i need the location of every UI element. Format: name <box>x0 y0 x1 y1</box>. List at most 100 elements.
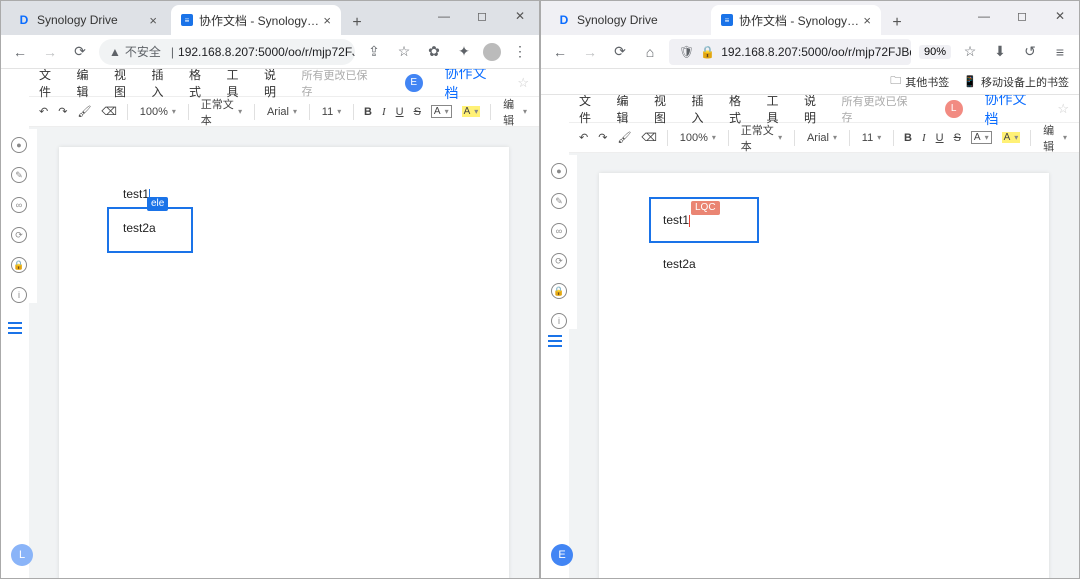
menu-edit[interactable]: 编辑 <box>77 69 101 100</box>
info-icon[interactable]: i <box>11 287 27 303</box>
new-tab-button[interactable]: + <box>345 11 369 35</box>
history-icon[interactable]: ⟳ <box>11 227 27 243</box>
reload-icon[interactable]: ⟳ <box>609 41 631 63</box>
mode-dropdown[interactable]: 编辑 <box>1041 122 1069 154</box>
lock-icon[interactable]: 🔒 <box>551 283 567 299</box>
new-tab-button[interactable]: + <box>885 11 909 35</box>
redo-icon[interactable]: ↷ <box>598 131 607 144</box>
maximize-icon[interactable]: ◻ <box>463 1 501 31</box>
text-line-1[interactable]: test1 <box>123 187 150 201</box>
extension-icon[interactable]: ✿ <box>423 41 445 63</box>
close-window-icon[interactable]: ✕ <box>1041 1 1079 31</box>
clear-format-icon[interactable]: ⌫ <box>641 131 657 144</box>
clear-format-icon[interactable]: ⌫ <box>101 105 117 118</box>
comment-icon[interactable]: ✎ <box>11 167 27 183</box>
menu-insert[interactable]: 插入 <box>152 69 176 100</box>
close-icon[interactable]: × <box>323 13 331 28</box>
shield-icon[interactable]: 🛡 <box>679 45 694 59</box>
menu-insert[interactable]: 插入 <box>692 95 716 126</box>
bookmark-icon[interactable]: ☆ <box>393 41 415 63</box>
italic-icon[interactable]: I <box>382 106 386 118</box>
strike-icon[interactable]: S <box>414 106 421 118</box>
close-icon[interactable]: × <box>149 13 157 28</box>
redo-icon[interactable]: ↷ <box>58 105 67 118</box>
lock-icon[interactable]: 🔒 <box>700 45 715 59</box>
zoom-indicator[interactable]: 90% <box>919 45 951 59</box>
account-icon[interactable]: ↺ <box>1019 41 1041 63</box>
page[interactable]: test1 ele test2a <box>59 147 509 578</box>
menu-icon[interactable]: ⋮ <box>509 41 531 63</box>
textcolor-icon[interactable]: A <box>431 105 452 118</box>
maximize-icon[interactable]: ◻ <box>1003 1 1041 31</box>
tab-synology-drive[interactable]: D Synology Drive × <box>7 5 167 35</box>
document-canvas[interactable]: LQC test1 test2a <box>569 153 1079 578</box>
underline-icon[interactable]: U <box>936 132 944 144</box>
bookmark-folder[interactable]: 📱移动设备上的书签 <box>963 74 1069 90</box>
close-icon[interactable]: × <box>863 13 871 28</box>
minimize-icon[interactable]: — <box>965 1 1003 31</box>
info-icon[interactable]: i <box>551 313 567 329</box>
menu-icon[interactable]: ≡ <box>1049 41 1071 63</box>
size-dropdown[interactable]: 11 <box>860 132 883 144</box>
text-line-1[interactable]: test1 <box>663 213 690 227</box>
text-line-2[interactable]: test2a <box>123 221 156 235</box>
tab-synology-drive[interactable]: D Synology Drive <box>547 5 707 35</box>
link-icon[interactable]: ∞ <box>11 197 27 213</box>
star-icon[interactable]: ☆ <box>517 75 529 91</box>
mode-dropdown[interactable]: 编辑 <box>501 96 529 128</box>
history-icon[interactable]: ⟳ <box>551 253 567 269</box>
menu-file[interactable]: 文件 <box>579 95 603 126</box>
link-icon[interactable]: ∞ <box>551 223 567 239</box>
text-line-2[interactable]: test2a <box>663 257 696 271</box>
minimize-icon[interactable]: — <box>425 1 463 31</box>
menu-file[interactable]: 文件 <box>39 69 63 100</box>
tag-icon[interactable]: ● <box>11 137 27 153</box>
font-dropdown[interactable]: Arial <box>265 106 299 118</box>
url-field[interactable]: ▲ 不安全 | 192.168.8.207:5000/oo/r/mjp72FJB… <box>99 39 355 65</box>
home-icon[interactable]: ⌂ <box>639 41 661 63</box>
bookmark-icon[interactable]: ☆ <box>959 41 981 63</box>
user-avatar-float[interactable]: L <box>11 544 33 566</box>
forward-icon[interactable]: → <box>39 41 61 63</box>
back-icon[interactable]: ← <box>9 41 31 63</box>
lock-icon[interactable]: 🔒 <box>11 257 27 273</box>
style-dropdown[interactable]: 正常文本 <box>199 96 244 128</box>
comment-icon[interactable]: ✎ <box>551 193 567 209</box>
url-field[interactable]: 🛡 🔒 192.168.8.207:5000/oo/r/mjp72FJBqcLt… <box>669 39 911 65</box>
italic-icon[interactable]: I <box>922 132 926 144</box>
menu-view[interactable]: 视图 <box>114 69 138 100</box>
bold-icon[interactable]: B <box>364 106 372 118</box>
menu-edit[interactable]: 编辑 <box>617 95 641 126</box>
tag-icon[interactable]: ● <box>551 163 567 179</box>
style-dropdown[interactable]: 正常文本 <box>739 122 784 154</box>
back-icon[interactable]: ← <box>549 41 571 63</box>
user-avatar-float[interactable]: E <box>551 544 573 566</box>
size-dropdown[interactable]: 11 <box>320 106 343 118</box>
star-icon[interactable]: ☆ <box>1057 101 1069 117</box>
paint-icon[interactable]: 🖌 <box>617 131 631 144</box>
collaborator-avatar[interactable]: L <box>945 100 963 118</box>
font-dropdown[interactable]: Arial <box>805 132 839 144</box>
underline-icon[interactable]: U <box>396 106 404 118</box>
close-window-icon[interactable]: ✕ <box>501 1 539 31</box>
paint-icon[interactable]: 🖌 <box>77 105 91 118</box>
bold-icon[interactable]: B <box>904 132 912 144</box>
zoom-dropdown[interactable]: 100% <box>138 106 178 118</box>
menu-help[interactable]: 说明 <box>264 69 288 100</box>
textcolor-icon[interactable]: A <box>971 131 992 144</box>
forward-icon[interactable]: → <box>579 41 601 63</box>
puzzle-icon[interactable]: ✦ <box>453 41 475 63</box>
highlight-icon[interactable]: A <box>1002 132 1021 143</box>
undo-icon[interactable]: ↶ <box>579 131 588 144</box>
strike-icon[interactable]: S <box>954 132 961 144</box>
document-canvas[interactable]: test1 ele test2a <box>29 127 539 578</box>
text-content[interactable]: test1 <box>123 187 149 201</box>
zoom-dropdown[interactable]: 100% <box>678 132 718 144</box>
profile-icon[interactable] <box>483 43 501 61</box>
page[interactable]: LQC test1 test2a <box>599 173 1049 578</box>
menu-help[interactable]: 说明 <box>804 95 828 126</box>
reload-icon[interactable]: ⟳ <box>69 41 91 63</box>
share-icon[interactable]: ⇪ <box>363 41 385 63</box>
highlight-icon[interactable]: A <box>462 106 481 117</box>
text-content[interactable]: test1 <box>663 213 689 227</box>
